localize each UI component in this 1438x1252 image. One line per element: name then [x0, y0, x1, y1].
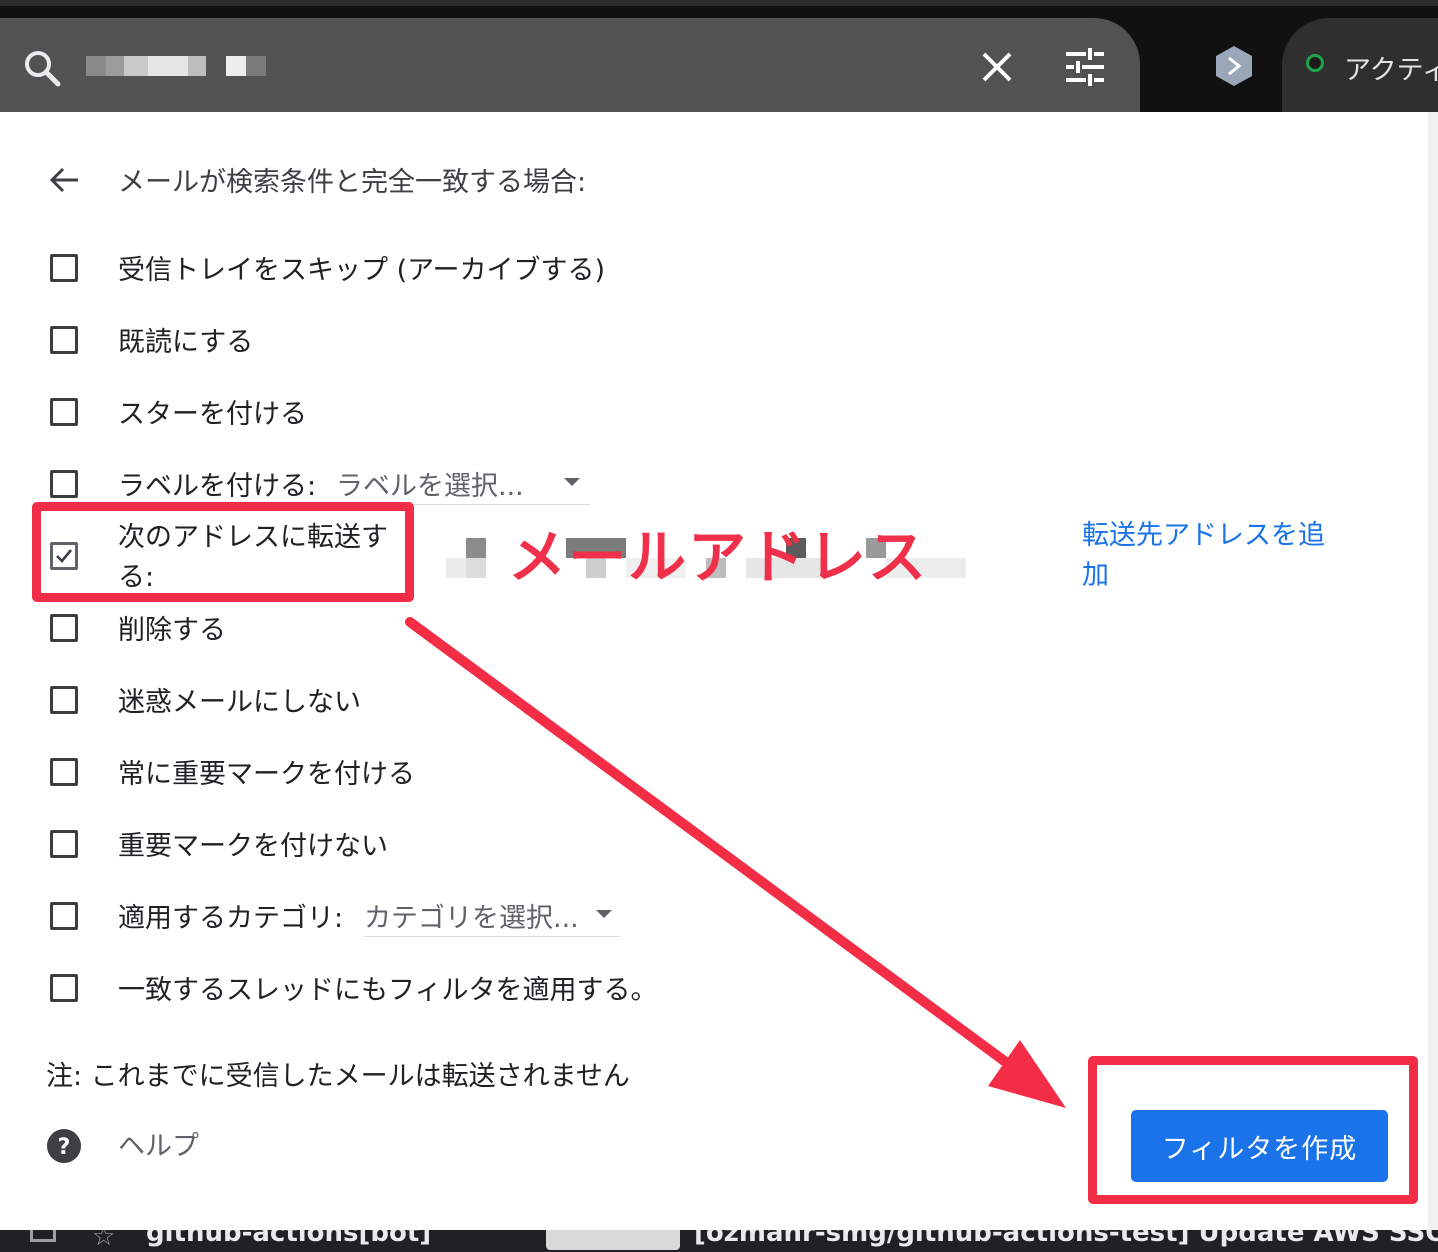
label-select[interactable]: ラベルを選択...	[336, 464, 590, 505]
annotation-box-forward	[32, 502, 414, 602]
never-spam-checkbox[interactable]	[50, 686, 78, 714]
tune-icon[interactable]	[1064, 46, 1106, 88]
annotation-box-create	[1088, 1056, 1418, 1204]
search-box[interactable]	[0, 18, 1140, 112]
row-subject: [ozmanr-smg/github-actions-test] Update …	[694, 1230, 1438, 1248]
search-query-redacted[interactable]	[86, 56, 266, 76]
back-arrow-icon[interactable]	[48, 164, 80, 196]
close-icon[interactable]	[978, 48, 1016, 86]
delete-checkbox[interactable]	[50, 614, 78, 642]
filter-header: メールが検索条件と完全一致する場合:	[118, 167, 587, 198]
panel-edge	[1428, 112, 1438, 1230]
dropdown-caret-icon	[564, 478, 580, 486]
status-label: アクティ	[1344, 55, 1438, 86]
apply-label-checkbox[interactable]	[50, 470, 78, 498]
category-select-value: カテゴリを選択...	[364, 903, 579, 934]
mark-read-checkbox[interactable]	[50, 326, 78, 354]
never-important-checkbox[interactable]	[50, 830, 78, 858]
add-forward-address-link[interactable]: 転送先アドレスを追加	[1082, 516, 1342, 596]
always-important-checkbox[interactable]	[50, 758, 78, 786]
never-important-label: 重要マークを付けない	[118, 831, 388, 862]
dropdown-caret-icon	[596, 910, 612, 918]
apply-to-threads-checkbox[interactable]	[50, 974, 78, 1002]
row-sender: github-actions[bot]	[146, 1230, 432, 1248]
apply-label-label: ラベルを付ける:	[118, 471, 317, 502]
extension-icon[interactable]	[1214, 44, 1254, 88]
category-label: 適用するカテゴリ:	[118, 903, 344, 934]
apply-to-threads-label: 一致するスレッドにもフィルタを適用する。	[118, 975, 658, 1006]
star-checkbox[interactable]	[50, 398, 78, 426]
active-status-icon	[1306, 54, 1324, 72]
delete-label: 削除する	[118, 615, 226, 646]
forward-note: 注: これまでに受信したメールは転送されません	[46, 1061, 630, 1092]
row-label-chip	[546, 1230, 680, 1250]
help-link[interactable]: ヘルプ	[118, 1124, 199, 1163]
star-label: スターを付ける	[118, 399, 307, 430]
top-bar: アクティ	[0, 0, 1438, 112]
mark-read-label: 既読にする	[118, 327, 254, 358]
email-address-annotation: メールアドレス	[508, 523, 929, 591]
never-spam-label: 迷惑メールにしない	[118, 687, 361, 718]
help-icon[interactable]: ?	[46, 1128, 82, 1164]
always-important-label: 常に重要マークを付ける	[118, 759, 415, 790]
skip-inbox-label: 受信トレイをスキップ (アーカイブする)	[118, 255, 606, 286]
category-select[interactable]: カテゴリを選択...	[364, 896, 620, 937]
row-checkbox	[30, 1230, 56, 1242]
svg-text:?: ?	[58, 1135, 71, 1160]
star-icon: ☆	[92, 1230, 116, 1252]
background-mail-row: ☆ github-actions[bot] [ozmanr-smg/github…	[0, 1230, 1438, 1252]
category-checkbox[interactable]	[50, 902, 78, 930]
search-icon[interactable]	[22, 48, 62, 88]
window-strip	[0, 0, 1438, 6]
status-indicator[interactable]: アクティ	[1282, 18, 1438, 112]
skip-inbox-checkbox[interactable]	[50, 254, 78, 282]
label-select-value: ラベルを選択...	[336, 471, 524, 502]
